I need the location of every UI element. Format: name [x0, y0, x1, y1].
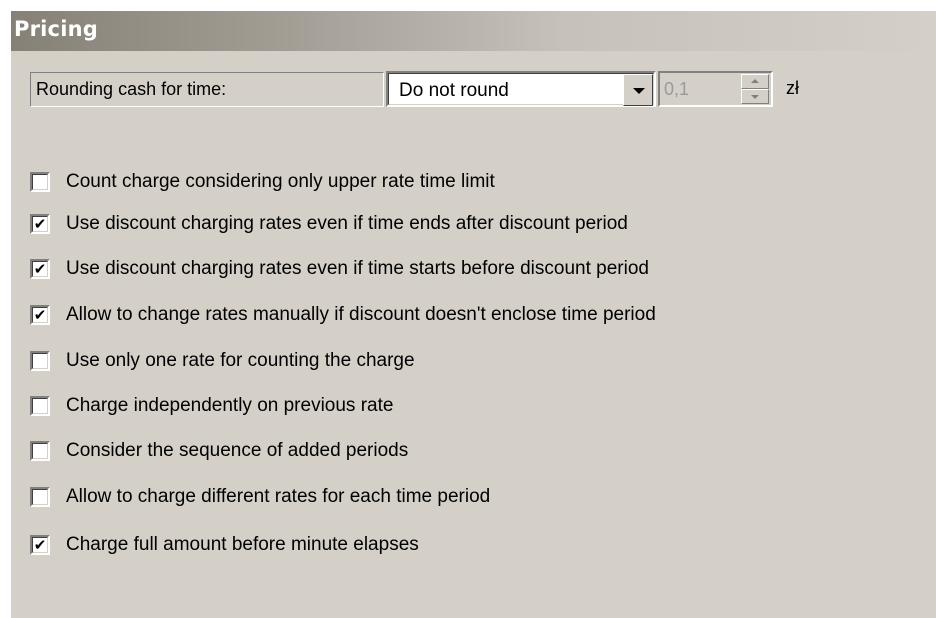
- checkbox[interactable]: [30, 172, 50, 192]
- checkbox[interactable]: [30, 396, 50, 416]
- rounding-select[interactable]: Do not round: [386, 71, 656, 107]
- option-label: Consider the sequence of added periods: [66, 440, 409, 461]
- spin-up-icon: [741, 74, 769, 89]
- checkbox[interactable]: [30, 441, 50, 461]
- checkmark-icon: ✔: [32, 260, 48, 278]
- checkmark-icon: ✔: [32, 306, 48, 324]
- checkmark-icon: [32, 174, 48, 190]
- checkmark-icon: ✔: [32, 215, 48, 233]
- chevron-down-icon[interactable]: [623, 74, 653, 106]
- rounding-amount-stepper: 0,1: [658, 71, 773, 107]
- checkmark-icon: [32, 353, 48, 369]
- option-label: Use discount charging rates even if time…: [66, 213, 628, 234]
- checkbox[interactable]: ✔: [30, 535, 50, 555]
- checkbox[interactable]: ✔: [30, 214, 50, 234]
- rounding-select-value: Do not round: [399, 80, 509, 101]
- option-label: Count charge considering only upper rate…: [66, 171, 495, 192]
- option-label: Charge independently on previous rate: [66, 395, 394, 416]
- checkmark-icon: [32, 489, 48, 505]
- option-label: Allow to change rates manually if discou…: [66, 304, 656, 325]
- spin-down-icon: [741, 89, 769, 104]
- section-header: Pricing: [11, 11, 936, 51]
- checkmark-icon: [32, 443, 48, 459]
- checkmark-icon: ✔: [32, 536, 48, 554]
- option-label: Allow to charge different rates for each…: [66, 486, 491, 507]
- rounding-amount-value: 0,1: [664, 79, 690, 99]
- option-label: Charge full amount before minute elapses: [66, 534, 419, 555]
- rounding-label: Rounding cash for time:: [30, 72, 384, 107]
- option-label: Use only one rate for counting the charg…: [66, 350, 415, 371]
- section-title: Pricing: [14, 17, 98, 41]
- checkmark-icon: [32, 398, 48, 414]
- checkbox[interactable]: ✔: [30, 259, 50, 279]
- checkbox[interactable]: [30, 487, 50, 507]
- checkbox[interactable]: ✔: [30, 305, 50, 325]
- option-label: Use discount charging rates even if time…: [66, 258, 649, 279]
- checkbox[interactable]: [30, 351, 50, 371]
- currency-label: zł: [786, 78, 799, 98]
